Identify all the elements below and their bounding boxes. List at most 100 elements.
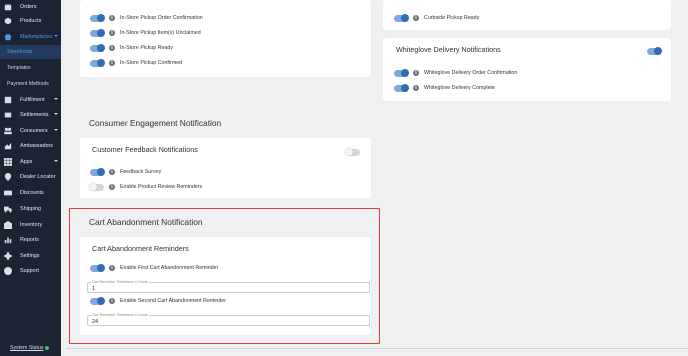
- status-dot-icon: [45, 346, 50, 350]
- sidebar-subitem-payment-methods[interactable]: Payment Methods: [0, 77, 61, 91]
- sidebar-item-label: Settings: [20, 253, 40, 259]
- toggle-row: i In-Store Pickup Item(s) Unclaimed: [90, 28, 201, 38]
- sidebar-item-inventory[interactable]: Inventory: [0, 218, 61, 232]
- sidebar-item-label: Marketplaces: [20, 34, 53, 40]
- sidebar-item-label: Products: [20, 18, 42, 24]
- sidebar-item-discounts[interactable]: Discounts: [0, 186, 61, 200]
- toggle-row: i Whiteglove Delivery Complete: [394, 83, 495, 93]
- sidebar-item-reports[interactable]: Reports: [0, 233, 61, 247]
- row-label: In-Store Pickup Item(s) Unclaimed: [120, 30, 201, 36]
- row-label: Whiteglove Delivery Order Confirmation: [424, 70, 518, 76]
- sidebar-item-label: Consumers: [20, 128, 48, 134]
- toggle-row: i In-Store Pickup Order Confirmation: [90, 13, 203, 23]
- sidebar-item-marketplaces[interactable]: Marketplaces: [0, 30, 61, 44]
- toggle-row: i In-Store Pickup Ready: [90, 43, 173, 53]
- discounts-icon: [4, 189, 12, 197]
- row-label: Curbside Pickup Ready: [424, 15, 480, 21]
- sidebar-item-products[interactable]: Products: [0, 14, 61, 28]
- sidebar-item-label: Inventory: [20, 222, 43, 228]
- row-label: In-Store Pickup Ready: [120, 45, 173, 51]
- info-icon[interactable]: i: [109, 169, 115, 175]
- sidebar-item-settings[interactable]: Settings: [0, 249, 61, 263]
- consumers-icon: [4, 127, 12, 135]
- chevron-down-icon: [54, 113, 58, 115]
- sidebar-item-label: Ambassadors: [20, 143, 53, 149]
- marketplaces-icon: [4, 33, 12, 41]
- toggle-switch[interactable]: [394, 13, 409, 22]
- row-label: Whiteglove Delivery Complete: [424, 85, 495, 91]
- customer-feedback-card: Customer Feedback Notifications i Feedba…: [80, 138, 371, 198]
- row-label: In-Store Pickup Order Confirmation: [120, 15, 203, 21]
- sidebar-subitem-label: Payment Methods: [7, 81, 49, 87]
- toggle-row: i Whiteglove Delivery Order Confirmation: [394, 68, 517, 78]
- sidebar-subitem-storefronts[interactable]: Storefronts: [0, 45, 61, 59]
- whiteglove-card: Whiteglove Delivery Notifications i Whit…: [383, 38, 671, 101]
- chevron-down-icon: [54, 35, 58, 37]
- orders-icon: [4, 3, 12, 11]
- truck-icon: [4, 205, 12, 213]
- toggle-switch[interactable]: [90, 58, 105, 67]
- master-toggle-switch[interactable]: [345, 148, 360, 156]
- toggle-row: i Enable Product Review Reminders: [89, 182, 203, 192]
- ambassadors-icon: [4, 142, 12, 150]
- sidebar-item-label: Dealer Locator: [20, 174, 56, 180]
- toggle-switch[interactable]: [89, 182, 104, 191]
- products-icon: [4, 17, 12, 25]
- card-title: Customer Feedback Notifications: [92, 145, 198, 154]
- row-label: Feedback Survey: [120, 169, 162, 175]
- toggle-row: i In-Store Pickup Confirmed: [90, 58, 182, 68]
- master-toggle-switch[interactable]: [647, 47, 662, 55]
- toggle-switch[interactable]: [90, 28, 105, 37]
- info-icon[interactable]: i: [109, 15, 115, 21]
- sidebar-item-shipping[interactable]: Shipping: [0, 202, 61, 216]
- sidebar-item-consumers[interactable]: Consumers: [0, 124, 61, 138]
- store-pickup-card: i In-Store Pickup Order Confirmation i I…: [80, 0, 371, 77]
- highlight-annotation-box: [69, 208, 380, 344]
- toggle-switch[interactable]: [394, 83, 409, 92]
- reports-icon: [4, 236, 12, 244]
- row-label: Enable Product Review Reminders: [120, 184, 203, 190]
- info-icon[interactable]: i: [413, 70, 419, 76]
- toggle-row: i Curbside Pickup Ready: [394, 13, 479, 23]
- sidebar: Orders Products Marketplaces Storefronts…: [0, 0, 61, 356]
- help-icon: [4, 267, 12, 275]
- sidebar-item-label: Settlements: [20, 112, 49, 118]
- sidebar-item-dealer-locator[interactable]: Dealer Locator: [0, 170, 61, 184]
- sidebar-item-apps[interactable]: Apps: [0, 155, 61, 169]
- sidebar-item-label: Reports: [20, 237, 39, 243]
- sidebar-subitem-label: Storefronts: [7, 49, 33, 55]
- system-status-link[interactable]: System Status: [10, 345, 50, 351]
- apps-icon: [4, 158, 12, 166]
- location-pin-icon: [4, 173, 12, 181]
- section-title-consumer-engagement: Consumer Engagement Notification: [89, 118, 222, 128]
- toggle-row: i Feedback Survey: [90, 167, 161, 177]
- sidebar-item-settlements[interactable]: Settlements: [0, 108, 61, 122]
- info-icon[interactable]: i: [413, 15, 419, 21]
- chevron-down-icon: [54, 129, 58, 131]
- toggle-switch[interactable]: [90, 13, 105, 22]
- toggle-switch[interactable]: [90, 43, 105, 52]
- sidebar-item-label: Apps: [20, 159, 33, 165]
- sidebar-item-label: Orders: [20, 4, 37, 10]
- toggle-switch[interactable]: [394, 68, 409, 77]
- curbside-pickup-card: i Curbside Pickup Ready: [383, 0, 671, 30]
- sidebar-item-support[interactable]: Support: [0, 264, 61, 278]
- toggle-switch[interactable]: [90, 167, 105, 176]
- fulfillment-icon: [4, 96, 12, 104]
- sidebar-subitem-label: Templates: [7, 65, 31, 71]
- sidebar-item-label: Fulfillment: [20, 97, 45, 103]
- system-status-label: System Status: [10, 345, 44, 351]
- divider: [66, 348, 688, 349]
- info-icon[interactable]: i: [109, 184, 115, 190]
- chevron-down-icon: [54, 160, 58, 162]
- info-icon[interactable]: i: [109, 45, 115, 51]
- sidebar-item-fulfillment[interactable]: Fulfillment: [0, 93, 61, 107]
- sidebar-subitem-templates[interactable]: Templates: [0, 61, 61, 75]
- info-icon[interactable]: i: [413, 85, 419, 91]
- info-icon[interactable]: i: [109, 30, 115, 36]
- settlements-icon: [4, 111, 12, 119]
- sidebar-item-label: Discounts: [20, 190, 44, 196]
- info-icon[interactable]: i: [109, 60, 115, 66]
- sidebar-item-ambassadors[interactable]: Ambassadors: [0, 139, 61, 153]
- sidebar-item-orders[interactable]: Orders: [0, 0, 61, 14]
